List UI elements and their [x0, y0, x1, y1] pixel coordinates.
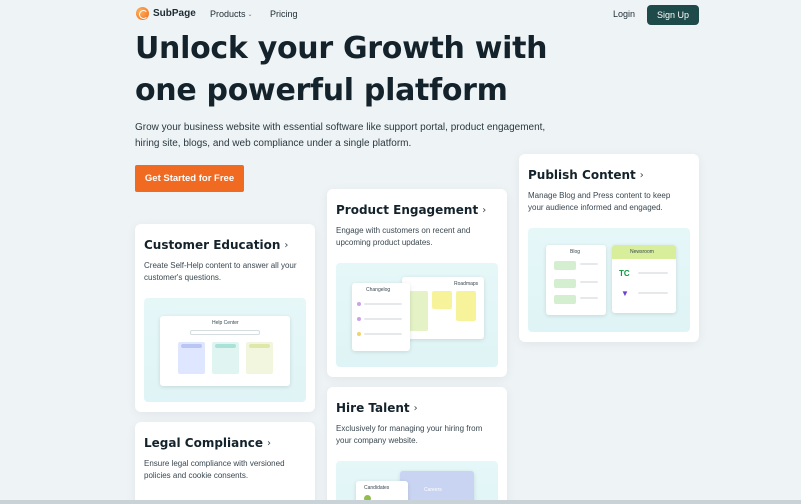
- blog-line: [580, 263, 598, 265]
- login-link[interactable]: Login: [613, 9, 635, 19]
- card-title: Legal Compliance ›: [144, 436, 306, 450]
- hero-title-line-1: Unlock your Growth with: [135, 31, 548, 66]
- hire-talent-illustration: Careers Candidates: [336, 461, 498, 504]
- newsroom-window: Newsroom TC ▼: [612, 245, 676, 313]
- changelog-window: Changelog: [352, 283, 410, 351]
- top-nav: SubPage Products ⌄ Pricing Login Sign Up: [0, 0, 801, 30]
- chevron-right-icon: ›: [267, 437, 272, 449]
- changelog-dot: [357, 302, 361, 306]
- subpage-logo-icon: [136, 7, 149, 20]
- nav-products-label: Products: [210, 9, 246, 19]
- roadmap-column: [408, 291, 428, 331]
- publication-logo-icon: ▼: [621, 289, 629, 298]
- get-started-button[interactable]: Get Started for Free: [135, 165, 244, 192]
- publish-content-illustration: Blog Newsroom TC ▼: [528, 228, 690, 332]
- card-legal-compliance[interactable]: Legal Compliance › Ensure legal complian…: [135, 422, 315, 504]
- newsroom-line: [638, 292, 668, 294]
- card-description: Engage with customers on recent and upco…: [336, 226, 471, 247]
- changelog-dot: [357, 332, 361, 336]
- signup-button[interactable]: Sign Up: [647, 5, 699, 25]
- help-center-window: Help Center: [160, 316, 290, 386]
- blog-window: Blog: [546, 245, 606, 315]
- card-description: Ensure legal compliance with versioned p…: [144, 459, 285, 480]
- card-description: Manage Blog and Press content to keep yo…: [528, 191, 671, 212]
- roadmaps-label: Roadmaps: [454, 281, 479, 287]
- changelog-dot: [357, 317, 361, 321]
- hero-title-line-2: one powerful platform: [135, 73, 508, 108]
- changelog-line: [364, 318, 402, 320]
- chevron-right-icon: ›: [413, 402, 418, 414]
- chevron-right-icon: ›: [639, 169, 644, 181]
- card-title: Publish Content ›: [528, 168, 690, 182]
- blog-line: [580, 281, 598, 283]
- roadmap-column: [432, 291, 452, 309]
- card-customer-education[interactable]: Customer Education › Create Self-Help co…: [135, 224, 315, 412]
- card-hire-talent[interactable]: Hire Talent › Exclusively for managing y…: [327, 387, 507, 504]
- card-publish-content[interactable]: Publish Content › Manage Blog and Press …: [519, 154, 699, 342]
- nav-pricing-label: Pricing: [270, 9, 298, 19]
- changelog-line: [364, 333, 402, 335]
- roadmaps-window: Roadmaps: [402, 277, 484, 339]
- help-tile-header: [181, 344, 202, 348]
- card-product-engagement[interactable]: Product Engagement › Engage with custome…: [327, 189, 507, 377]
- card-title-text: Legal Compliance: [144, 436, 264, 450]
- careers-label: Careers: [424, 487, 442, 493]
- card-title: Hire Talent ›: [336, 401, 498, 415]
- product-engagement-illustration: Roadmaps Changelog: [336, 263, 498, 367]
- candidates-label: Candidates: [364, 485, 390, 491]
- brand-name: SubPage: [153, 8, 196, 19]
- card-title-text: Customer Education: [144, 238, 281, 252]
- newsroom-label: Newsroom: [630, 249, 654, 255]
- blog-line: [580, 297, 598, 299]
- techcrunch-logo-icon: TC: [619, 269, 630, 278]
- help-search-bar: [190, 330, 260, 335]
- roadmap-column: [456, 291, 476, 321]
- hero-subtitle: Grow your business website with essentia…: [135, 122, 546, 149]
- help-tile-header: [215, 344, 236, 348]
- card-title: Customer Education ›: [144, 238, 306, 252]
- newsroom-line: [638, 272, 668, 274]
- nav-pricing[interactable]: Pricing: [270, 9, 298, 19]
- help-center-illustration: Help Center: [144, 298, 306, 402]
- blog-post-tile: [554, 261, 576, 270]
- chevron-down-icon: ⌄: [247, 11, 253, 18]
- help-tile-header: [249, 344, 270, 348]
- card-description: Create Self-Help content to answer all y…: [144, 261, 297, 282]
- blog-label: Blog: [570, 249, 581, 255]
- changelog-line: [364, 303, 402, 305]
- brand-logo[interactable]: SubPage: [136, 7, 196, 20]
- hero-title: Unlock your Growth with one powerful pla…: [135, 28, 555, 112]
- changelog-label: Changelog: [366, 287, 391, 293]
- chevron-right-icon: ›: [482, 204, 487, 216]
- card-title-text: Hire Talent: [336, 401, 410, 415]
- blog-post-tile: [554, 279, 576, 288]
- card-title-text: Publish Content: [528, 168, 636, 182]
- card-title: Product Engagement ›: [336, 203, 498, 217]
- nav-products[interactable]: Products ⌄: [210, 9, 253, 19]
- blog-post-tile: [554, 295, 576, 304]
- chevron-right-icon: ›: [284, 239, 289, 251]
- card-title-text: Product Engagement: [336, 203, 479, 217]
- page-bottom-edge: [0, 500, 801, 504]
- help-center-label: Help Center: [212, 320, 239, 326]
- card-description: Exclusively for managing your hiring fro…: [336, 424, 483, 445]
